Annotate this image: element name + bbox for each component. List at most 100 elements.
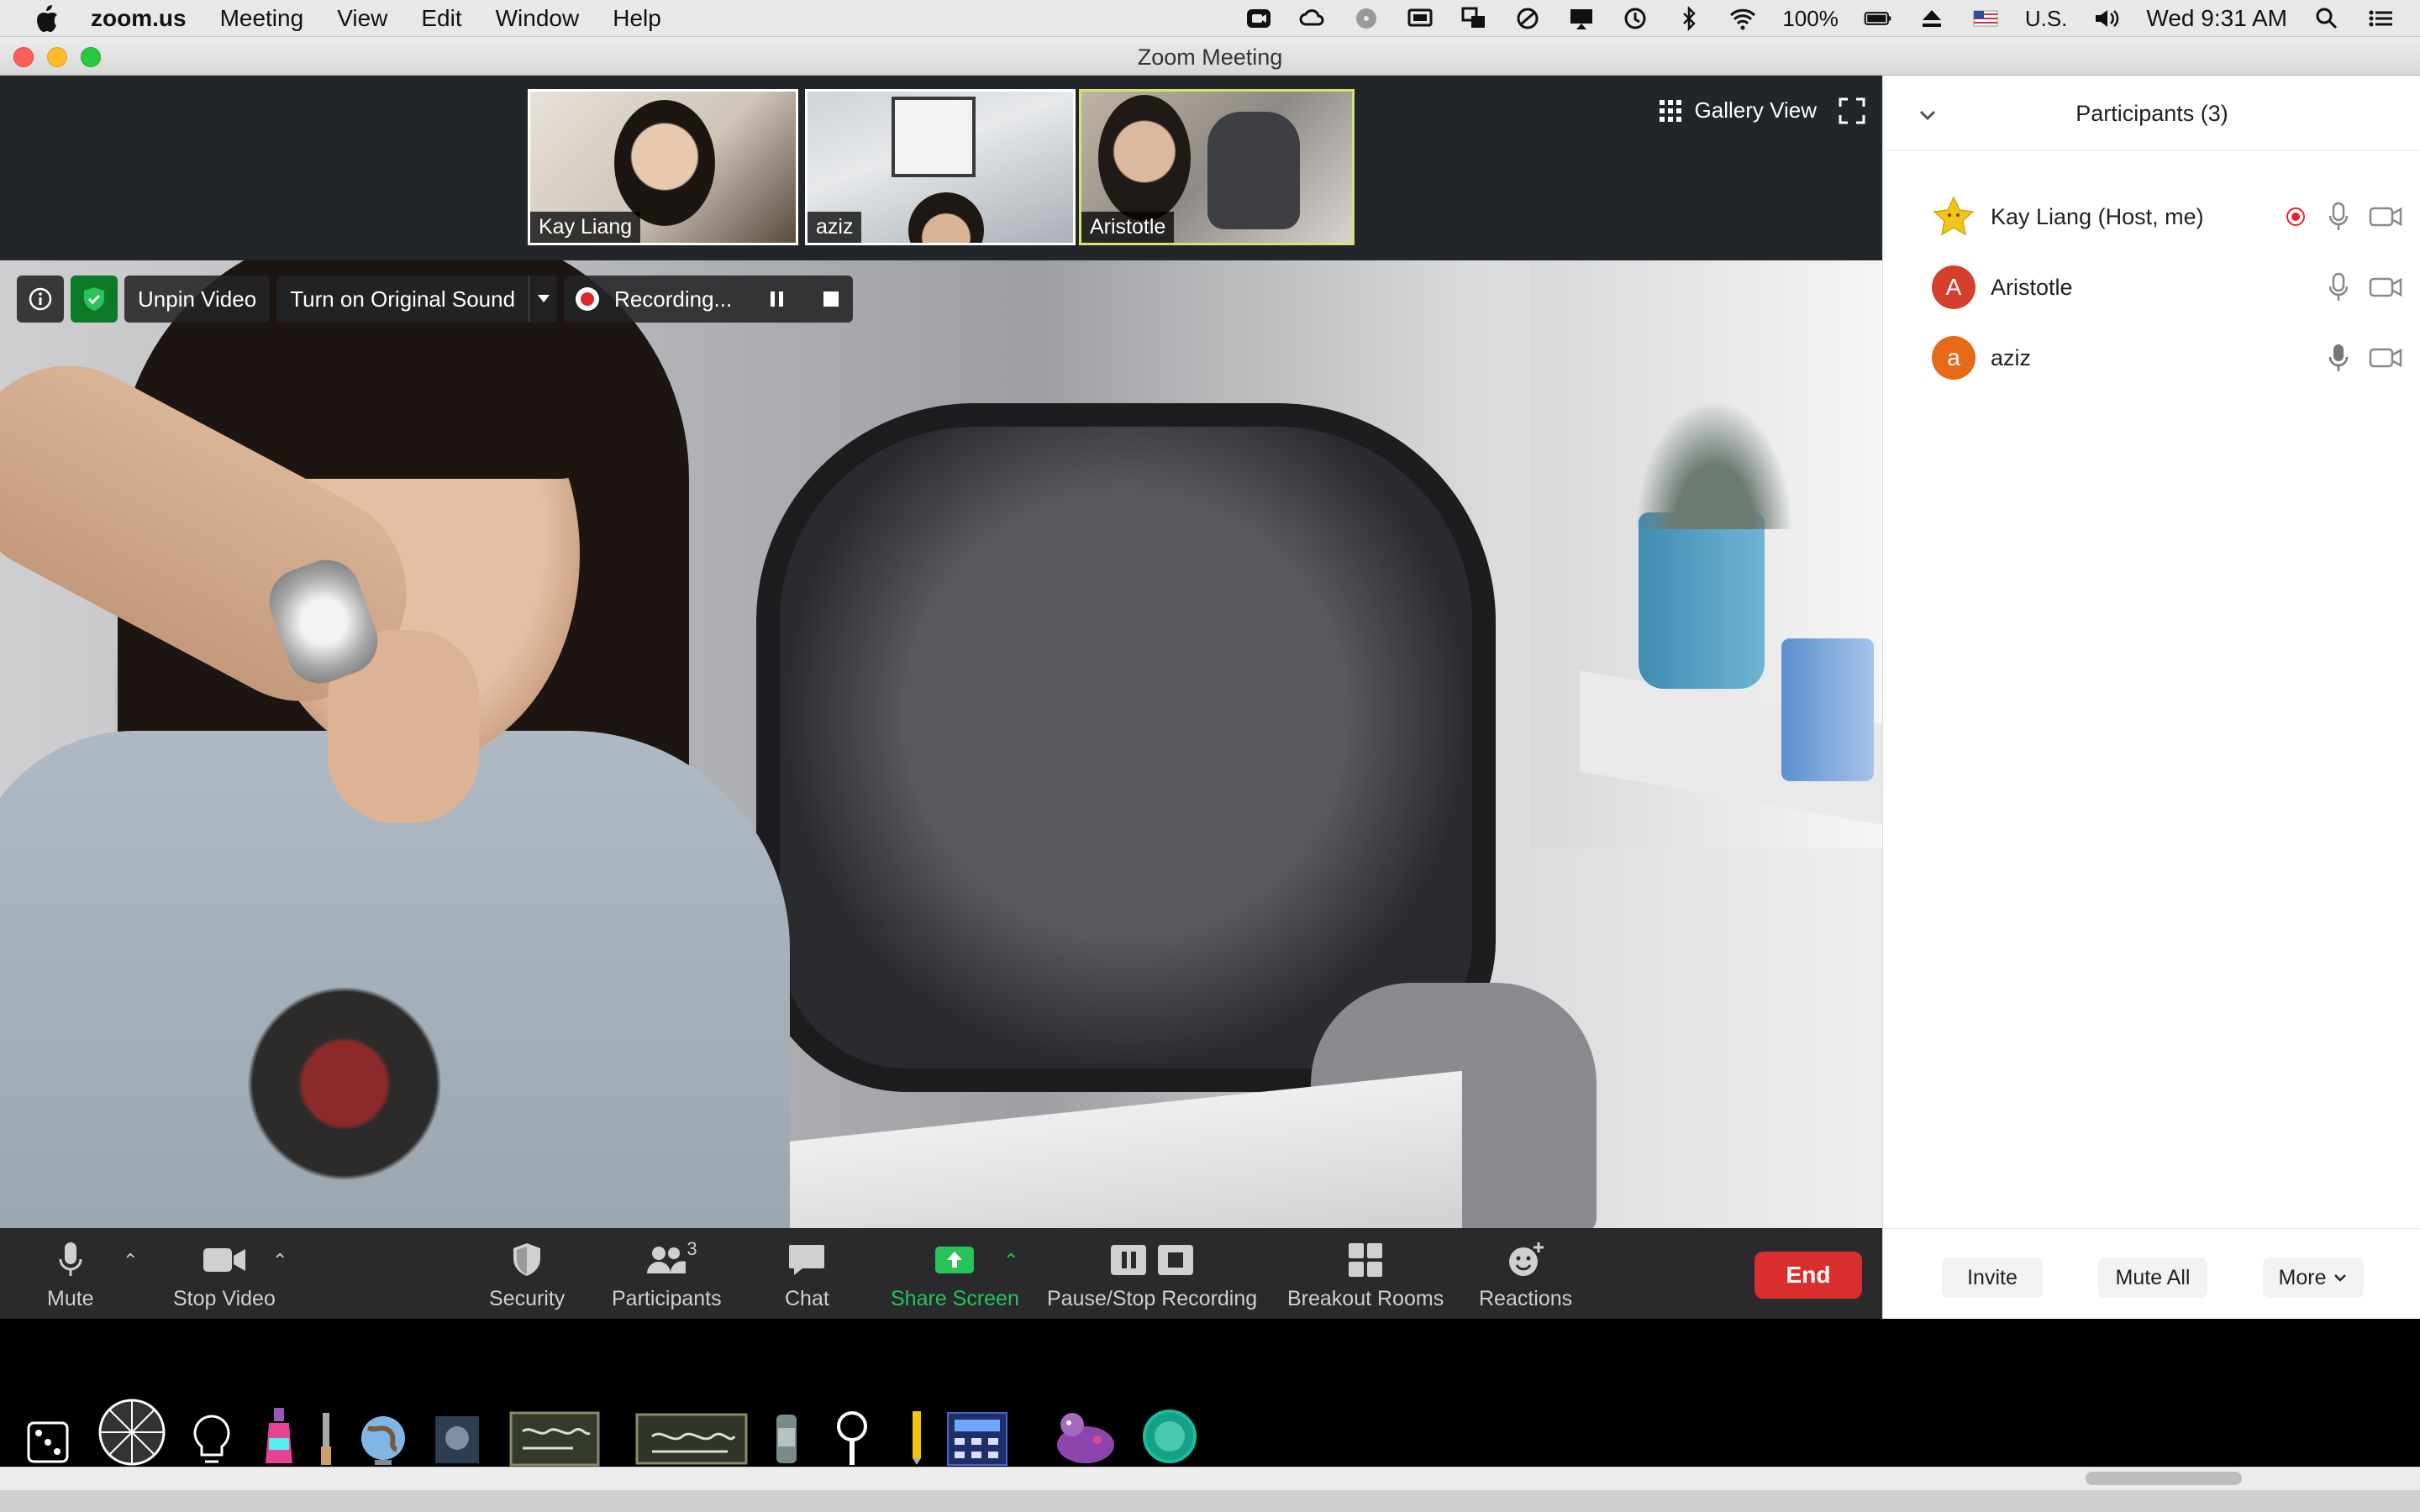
screen-share-icon[interactable] (1567, 6, 1596, 31)
menu-view[interactable]: View (337, 5, 387, 32)
participant-video-image (908, 192, 984, 243)
horizontal-scrollbar[interactable] (0, 1467, 2420, 1490)
person-bangs (227, 311, 597, 479)
pencil-icon[interactable] (908, 1408, 926, 1467)
chat-bubble-icon (789, 1245, 825, 1275)
video-thumbnail[interactable]: aziz (805, 89, 1076, 245)
bluetooth-icon[interactable] (1675, 6, 1703, 31)
video-camera-icon[interactable] (2369, 275, 2402, 300)
wifi-icon[interactable] (1728, 6, 1757, 31)
mute-all-button[interactable]: Mute All (2098, 1257, 2207, 1298)
gallery-view-button[interactable]: Gallery View (1659, 97, 1817, 123)
globe-icon[interactable] (356, 1413, 410, 1467)
wheel-icon[interactable] (97, 1398, 166, 1467)
time-machine-icon[interactable] (1621, 6, 1649, 31)
share-screen-button[interactable]: Share Screen (891, 1240, 1019, 1311)
menu-help[interactable]: Help (613, 5, 661, 32)
participant-row[interactable]: Kay Liang (Host, me) (1883, 181, 2420, 252)
participants-panel-title: Participants (3) (2075, 101, 2228, 126)
pause-stop-recording-button[interactable]: Pause/Stop Recording (1047, 1240, 1257, 1311)
window-in-video (892, 97, 976, 177)
fullscreen-icon[interactable] (1839, 97, 1865, 124)
chat-button[interactable]: Chat (785, 1240, 829, 1311)
video-thumbnail[interactable]: Kay Liang (528, 89, 798, 245)
magnifier-icon[interactable] (830, 1408, 874, 1467)
unpin-video-button[interactable]: Unpin Video (124, 276, 271, 323)
jar-icon[interactable] (771, 1411, 802, 1467)
chat-label: Chat (785, 1287, 829, 1310)
display-icon[interactable] (1406, 6, 1434, 31)
pause-recording-icon[interactable] (767, 289, 787, 309)
volume-icon[interactable] (2092, 6, 2121, 31)
poster-icon[interactable] (432, 1413, 482, 1467)
pause-stop-icon (1111, 1245, 1194, 1275)
invite-button[interactable]: Invite (1942, 1257, 2043, 1298)
mute-button[interactable]: Mute (47, 1240, 94, 1311)
brush-icon[interactable] (316, 1411, 336, 1467)
calculator-icon[interactable] (946, 1411, 1008, 1467)
thumbnail-strip: Kay Liang aziz Aristotle Gallery View (0, 76, 1882, 260)
video-overlay-toolbar: Unpin Video Turn on Original Sound Recor… (17, 276, 854, 323)
bottle-icon[interactable] (260, 1406, 297, 1467)
video-camera-icon[interactable] (2369, 345, 2402, 370)
film-reel-icon[interactable] (1352, 6, 1381, 31)
stop-recording-icon[interactable] (821, 289, 841, 309)
audio-options-caret-icon[interactable]: ⌃ (123, 1250, 138, 1272)
stop-video-button[interactable]: Stop Video (173, 1240, 276, 1311)
do-not-disturb-icon[interactable] (1513, 6, 1542, 31)
encryption-button[interactable] (71, 276, 118, 323)
participant-row[interactable]: a aziz (1883, 323, 2420, 393)
participant-name: Aristotle (1991, 274, 2073, 300)
participant-row[interactable]: A Aristotle (1883, 252, 2420, 323)
menu-window[interactable]: Window (496, 5, 580, 32)
video-camera-icon (203, 1248, 245, 1272)
original-sound-button[interactable]: Turn on Original Sound (276, 276, 558, 323)
more-button[interactable]: More (2263, 1257, 2364, 1298)
spotlight-search-icon[interactable] (2312, 6, 2341, 31)
bottom-edge (0, 1490, 2420, 1512)
creative-cloud-icon[interactable] (1298, 6, 1327, 31)
dice-icon[interactable] (24, 1415, 76, 1467)
video-thumbnail-active-speaker[interactable]: Aristotle (1079, 89, 1355, 245)
breakout-rooms-button[interactable]: Breakout Rooms (1287, 1240, 1444, 1311)
purple-creature-icon[interactable] (1047, 1408, 1124, 1467)
more-label: More (2278, 1265, 2327, 1289)
reactions-button[interactable]: Reactions (1479, 1240, 1572, 1311)
apple-menu-icon[interactable] (30, 2, 64, 35)
zoom-status-icon[interactable] (1244, 6, 1273, 31)
notification-center-icon[interactable] (2366, 6, 2395, 31)
end-meeting-button[interactable]: End (1754, 1252, 1862, 1299)
us-flag-icon[interactable] (1971, 6, 2000, 31)
meeting-info-button[interactable] (17, 276, 64, 323)
menubar-clock[interactable]: Wed 9:31 AM (2146, 5, 2287, 32)
thumbnail-name: Aristotle (1081, 212, 1175, 243)
participants-people-icon (647, 1247, 687, 1273)
video-options-caret-icon[interactable]: ⌃ (272, 1250, 287, 1272)
battery-icon[interactable] (1864, 6, 1892, 31)
microphone-icon[interactable] (2327, 272, 2350, 302)
window-manager-icon[interactable] (1460, 6, 1488, 31)
menu-edit[interactable]: Edit (421, 5, 461, 32)
menu-meeting[interactable]: Meeting (220, 5, 304, 32)
input-source-label[interactable]: U.S. (2025, 6, 2068, 32)
pause-stop-recording-label: Pause/Stop Recording (1047, 1287, 1258, 1310)
scrollbar-thumb[interactable] (2086, 1472, 2242, 1485)
security-button[interactable]: Security (489, 1240, 565, 1311)
planet-icon[interactable] (1139, 1406, 1200, 1467)
microphone-active-icon[interactable] (2327, 343, 2350, 373)
grid-icon (1659, 99, 1681, 122)
participants-button[interactable]: 3 Participants (612, 1238, 722, 1311)
share-options-caret-icon[interactable]: ⌃ (1003, 1250, 1018, 1272)
chalkboard-banner-icon[interactable] (635, 1411, 748, 1467)
chalkboard-sign-icon[interactable] (509, 1411, 600, 1467)
main-speaker-video[interactable] (0, 260, 1882, 1231)
video-camera-icon[interactable] (2369, 204, 2402, 229)
menu-app-name[interactable]: zoom.us (91, 5, 187, 32)
recording-status: Recording... (564, 276, 854, 323)
original-sound-dropdown[interactable] (529, 276, 557, 323)
share-screen-label: Share Screen (891, 1287, 1019, 1310)
plant-pot (1639, 512, 1765, 689)
microphone-icon[interactable] (2327, 202, 2350, 232)
lightbulb-icon[interactable] (188, 1413, 235, 1467)
eject-icon[interactable] (1918, 6, 1946, 31)
